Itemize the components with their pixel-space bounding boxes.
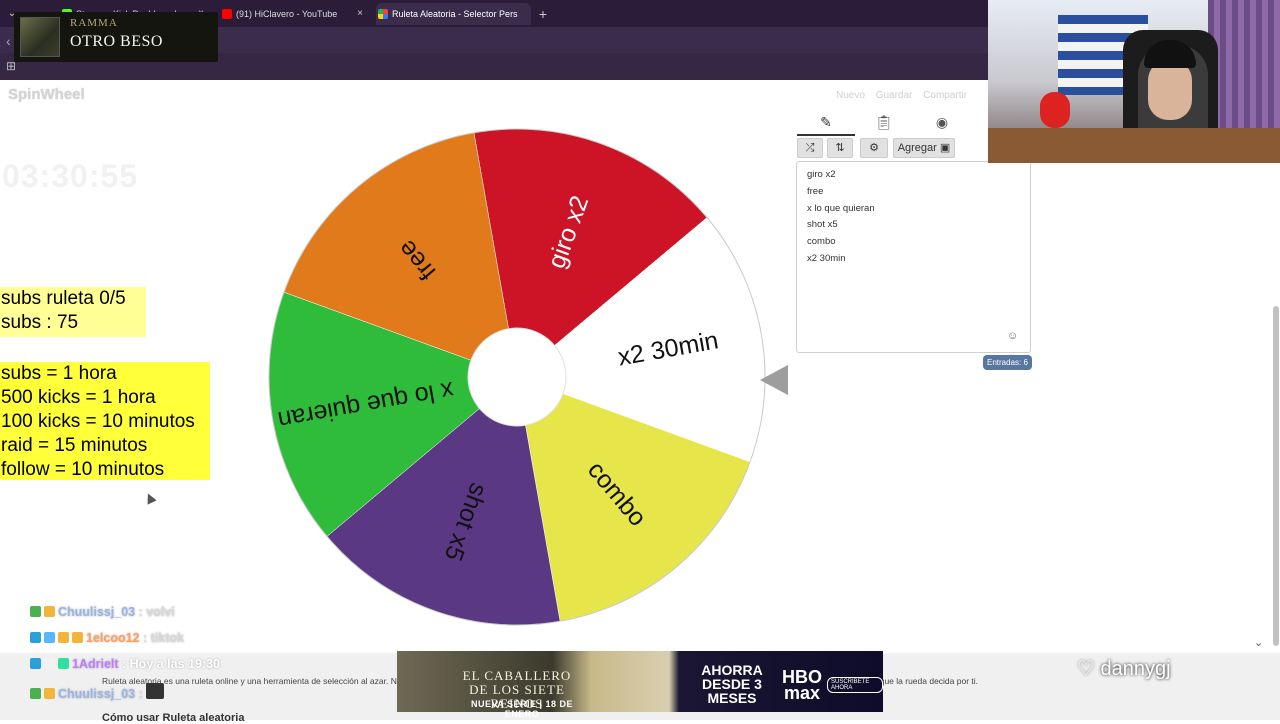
ad-offer: AHORRA DESDE 3 MESES [701,662,763,706]
add-image-button[interactable]: Agregar ▣ [893,138,955,158]
add-label: Agregar [897,142,937,154]
rules-overlay: subs = 1 hora 500 kicks = 1 hora 100 kic… [0,362,210,480]
chat-highlight-notification: RAMMA OTRO BESO [14,12,218,62]
new-link[interactable]: Nuevo [836,90,865,101]
entries-textarea[interactable]: giro x2 free x lo que quieran shot x5 co… [796,161,1031,353]
subs-counter-overlay: subs ruleta 0/5 subs : 75 [0,287,146,337]
star-badge-icon [30,688,41,699]
chat-message: 1elcoo12 : tiktok [30,631,184,645]
star-badge-icon [58,632,69,643]
chat-text: Hoy a las 19:30 [129,657,220,671]
streamer-name-overlay: ♡ dannygj [1077,656,1171,681]
chat-username: Chuulissj_03 [58,687,136,701]
star-badge-icon [44,658,55,669]
scroll-down-icon[interactable]: ⌄ [1254,636,1263,649]
subs-roulette-line: subs ruleta 0/5 [1,288,126,309]
ad-banner-text: NUEVA SERIE | 18 DE ENERO [470,699,574,719]
hbo-max-logo: HBO max [782,667,822,703]
entry-line: giro x2 [807,169,836,180]
header-actions: Nuevo Guardar Compartir [836,90,975,101]
entry-line: x2 30min [807,252,846,264]
heart-icon: ♡ [1077,658,1095,680]
tab-label: Ruleta Aleatoria - Selector Pers [392,9,518,19]
subs-count-line: subs : 75 [1,312,79,333]
save-link[interactable]: Guardar [876,90,913,101]
crown-badge-icon [44,606,55,617]
mod-badge-icon [30,658,41,669]
streamer-face [1148,60,1192,120]
page-scrollbar[interactable] [1273,306,1279,646]
tab-hide[interactable]: ◉ [913,114,971,136]
entry-line: shot x5 [807,219,838,231]
streamer-name: dannygj [1100,658,1171,680]
wheel-center-button[interactable] [467,327,567,427]
emote-icon [146,683,165,699]
chat-text: volvi [146,605,175,619]
rule-line: follow = 10 minutos [1,459,165,480]
share-link[interactable]: Compartir [923,90,967,101]
tab-label: (91) HiClavero - YouTube [236,9,338,19]
emoji-icon[interactable]: ☺ [1007,330,1018,342]
chat-username: 1elcoo12 [86,631,140,645]
ad-subscribe-button[interactable]: SUSCRÍBETE AHORA [827,677,883,693]
entries-count-badge: Entradas: 6 [983,355,1032,370]
chat-username: 1Adrielt [72,657,119,671]
gear-icon: ⚙ [869,142,879,154]
faded-timer: 03:30:55 [2,158,139,194]
mod-badge-icon [30,632,41,643]
gem-badge-icon [44,632,55,643]
spinwheel-logo[interactable]: SpinWheel [8,86,85,103]
hbo-max-ad[interactable]: EL CABALLERO DE LOS SIETE REINOS NUEVA S… [397,651,883,719]
eye-slash-icon: ◉ [935,114,949,130]
tab-ruleta[interactable]: Ruleta Aleatoria - Selector Pers [376,3,531,25]
rule-line: raid = 15 minutos [1,435,148,456]
spin-wheel[interactable]: giro x2x2 30mincomboshot x5x lo que quie… [267,127,767,627]
sort-icon: ⇅ [835,142,845,154]
chat-message: 1Adrielt : Hoy a las 19:30 [30,657,220,671]
crown-badge-icon [44,688,55,699]
entry-line: combo [807,236,836,248]
image-icon: ▣ [939,142,951,154]
back-arrow-icon[interactable]: ‹ [6,33,11,49]
rule-line: 500 kicks = 1 hora [1,387,156,408]
youtube-favicon-icon [222,9,232,19]
shuffle-icon: ⤮ [805,142,815,154]
mouse-cursor-icon [143,491,157,505]
chat-username: Chuulissj_03 [58,605,136,619]
desk [988,128,1280,163]
rule-line: subs = 1 hora [1,363,117,384]
settings-button[interactable]: ⚙ [860,138,888,158]
clipboard-icon: 📋︎ [875,114,893,130]
star-badge-icon [30,606,41,617]
tab-edit-entries[interactable]: ✎ [797,114,855,136]
chat-message: Chuulissj_03 : volvi [30,605,175,619]
entry-line: x lo que quieran [807,202,875,214]
notification-username: RAMMA [70,17,118,29]
spiderman-figure [1040,92,1070,128]
chat-text: tiktok [150,631,184,645]
webcam-overlay [988,0,1280,163]
tab-results[interactable]: 📋︎ [855,114,913,136]
avatar [20,17,60,57]
sub-badge-icon [58,658,69,669]
shuffle-button[interactable]: ⤮ [797,138,823,158]
howto-heading: Cómo usar Ruleta aleatoria [102,712,245,724]
crown-badge-icon [72,632,83,643]
tab-youtube[interactable]: (91) HiClavero - YouTube [220,3,360,25]
sort-button[interactable]: ⇅ [827,138,853,158]
notification-message: OTRO BESO [70,33,163,50]
close-tab-icon[interactable]: × [353,3,367,25]
entry-line: free [807,185,824,197]
wheel-pointer-icon [760,365,788,395]
rule-line: 100 kicks = 10 minutos [1,411,195,432]
chat-message: Chuulissj_03 : [30,683,167,701]
pencil-icon: ✎ [820,114,832,130]
ruleta-favicon-icon [378,9,388,19]
new-tab-button[interactable]: + [534,3,552,25]
